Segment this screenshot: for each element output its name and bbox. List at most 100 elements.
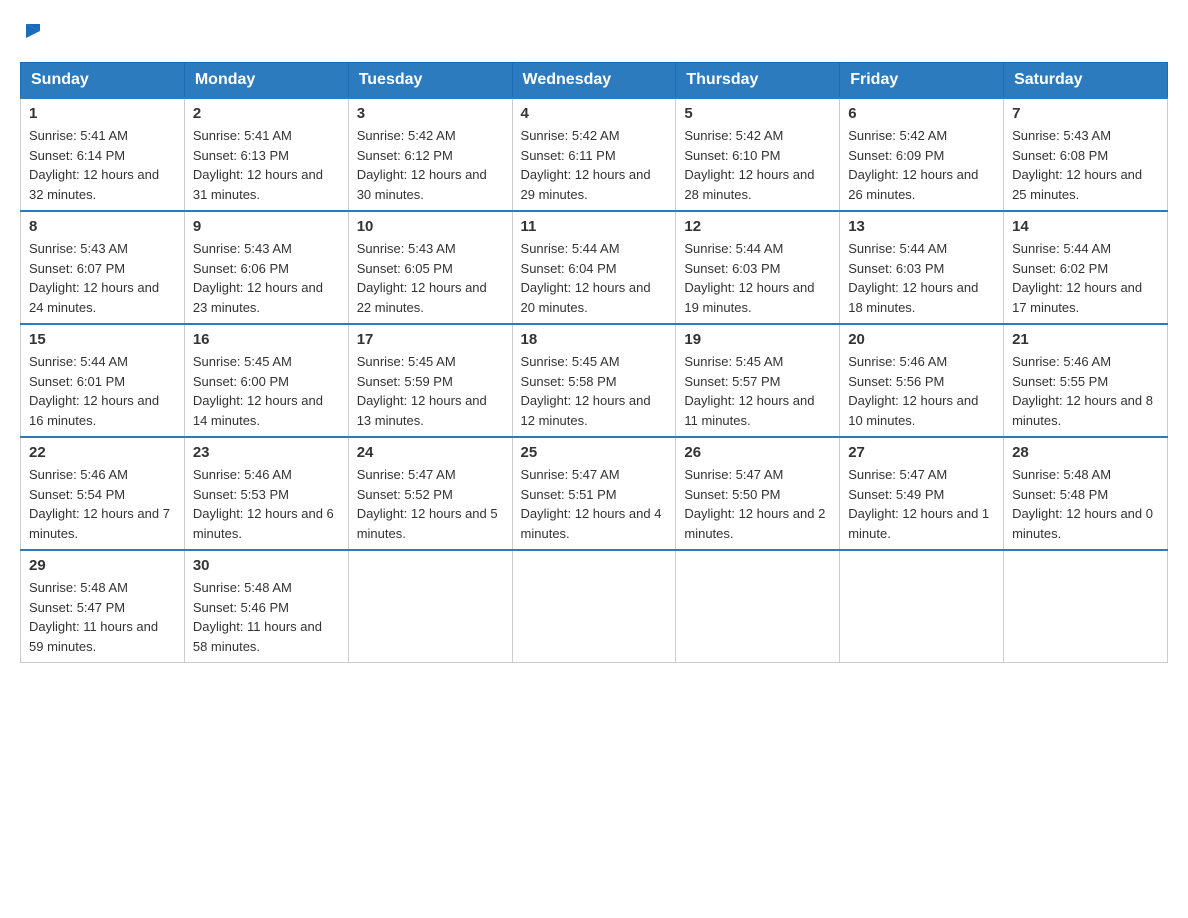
sunset-text: Sunset: 6:04 PM: [521, 259, 668, 279]
day-info: Sunrise: 5:47 AM Sunset: 5:52 PM Dayligh…: [357, 465, 504, 543]
sunrise-text: Sunrise: 5:46 AM: [848, 352, 995, 372]
daylight-text: Daylight: 12 hours and 30 minutes.: [357, 165, 504, 204]
sunset-text: Sunset: 6:06 PM: [193, 259, 340, 279]
daylight-text: Daylight: 12 hours and 16 minutes.: [29, 391, 176, 430]
daylight-text: Daylight: 12 hours and 17 minutes.: [1012, 278, 1159, 317]
day-number: 14: [1012, 218, 1159, 235]
calendar-table: SundayMondayTuesdayWednesdayThursdayFrid…: [20, 62, 1168, 663]
daylight-text: Daylight: 12 hours and 18 minutes.: [848, 278, 995, 317]
sunrise-text: Sunrise: 5:45 AM: [684, 352, 831, 372]
calendar-cell-6: 6 Sunrise: 5:42 AM Sunset: 6:09 PM Dayli…: [840, 98, 1004, 211]
sunrise-text: Sunrise: 5:46 AM: [1012, 352, 1159, 372]
sunrise-text: Sunrise: 5:44 AM: [848, 239, 995, 259]
day-number: 30: [193, 557, 340, 574]
day-info: Sunrise: 5:48 AM Sunset: 5:48 PM Dayligh…: [1012, 465, 1159, 543]
sunset-text: Sunset: 6:03 PM: [848, 259, 995, 279]
weekday-header-thursday: Thursday: [676, 63, 840, 99]
day-info: Sunrise: 5:47 AM Sunset: 5:51 PM Dayligh…: [521, 465, 668, 543]
day-number: 29: [29, 557, 176, 574]
day-number: 28: [1012, 444, 1159, 461]
calendar-cell-25: 25 Sunrise: 5:47 AM Sunset: 5:51 PM Dayl…: [512, 437, 676, 550]
sunrise-text: Sunrise: 5:47 AM: [684, 465, 831, 485]
day-info: Sunrise: 5:45 AM Sunset: 6:00 PM Dayligh…: [193, 352, 340, 430]
sunrise-text: Sunrise: 5:43 AM: [1012, 126, 1159, 146]
weekday-header-monday: Monday: [184, 63, 348, 99]
daylight-text: Daylight: 12 hours and 29 minutes.: [521, 165, 668, 204]
day-info: Sunrise: 5:43 AM Sunset: 6:06 PM Dayligh…: [193, 239, 340, 317]
calendar-cell-19: 19 Sunrise: 5:45 AM Sunset: 5:57 PM Dayl…: [676, 324, 840, 437]
weekday-header-friday: Friday: [840, 63, 1004, 99]
daylight-text: Daylight: 12 hours and 7 minutes.: [29, 504, 176, 543]
day-info: Sunrise: 5:43 AM Sunset: 6:08 PM Dayligh…: [1012, 126, 1159, 204]
day-number: 13: [848, 218, 995, 235]
sunset-text: Sunset: 6:01 PM: [29, 372, 176, 392]
sunrise-text: Sunrise: 5:43 AM: [29, 239, 176, 259]
day-number: 11: [521, 218, 668, 235]
day-info: Sunrise: 5:41 AM Sunset: 6:13 PM Dayligh…: [193, 126, 340, 204]
day-number: 10: [357, 218, 504, 235]
sunset-text: Sunset: 5:48 PM: [1012, 485, 1159, 505]
daylight-text: Daylight: 12 hours and 25 minutes.: [1012, 165, 1159, 204]
calendar-cell-8: 8 Sunrise: 5:43 AM Sunset: 6:07 PM Dayli…: [21, 211, 185, 324]
calendar-cell-7: 7 Sunrise: 5:43 AM Sunset: 6:08 PM Dayli…: [1004, 98, 1168, 211]
sunrise-text: Sunrise: 5:41 AM: [29, 126, 176, 146]
daylight-text: Daylight: 12 hours and 2 minutes.: [684, 504, 831, 543]
weekday-header-row: SundayMondayTuesdayWednesdayThursdayFrid…: [21, 63, 1168, 99]
daylight-text: Daylight: 12 hours and 28 minutes.: [684, 165, 831, 204]
calendar-cell-30: 30 Sunrise: 5:48 AM Sunset: 5:46 PM Dayl…: [184, 550, 348, 663]
sunrise-text: Sunrise: 5:43 AM: [357, 239, 504, 259]
day-info: Sunrise: 5:44 AM Sunset: 6:03 PM Dayligh…: [848, 239, 995, 317]
day-info: Sunrise: 5:45 AM Sunset: 5:58 PM Dayligh…: [521, 352, 668, 430]
day-info: Sunrise: 5:48 AM Sunset: 5:46 PM Dayligh…: [193, 578, 340, 656]
sunrise-text: Sunrise: 5:47 AM: [521, 465, 668, 485]
sunrise-text: Sunrise: 5:46 AM: [29, 465, 176, 485]
calendar-cell-13: 13 Sunrise: 5:44 AM Sunset: 6:03 PM Dayl…: [840, 211, 1004, 324]
sunrise-text: Sunrise: 5:44 AM: [29, 352, 176, 372]
daylight-text: Daylight: 12 hours and 26 minutes.: [848, 165, 995, 204]
sunrise-text: Sunrise: 5:48 AM: [1012, 465, 1159, 485]
sunrise-text: Sunrise: 5:45 AM: [193, 352, 340, 372]
sunset-text: Sunset: 5:51 PM: [521, 485, 668, 505]
calendar-cell-14: 14 Sunrise: 5:44 AM Sunset: 6:02 PM Dayl…: [1004, 211, 1168, 324]
sunset-text: Sunset: 6:05 PM: [357, 259, 504, 279]
weekday-header-saturday: Saturday: [1004, 63, 1168, 99]
day-number: 19: [684, 331, 831, 348]
sunrise-text: Sunrise: 5:43 AM: [193, 239, 340, 259]
calendar-cell-24: 24 Sunrise: 5:47 AM Sunset: 5:52 PM Dayl…: [348, 437, 512, 550]
day-number: 12: [684, 218, 831, 235]
sunset-text: Sunset: 5:47 PM: [29, 598, 176, 618]
daylight-text: Daylight: 12 hours and 0 minutes.: [1012, 504, 1159, 543]
weekday-header-sunday: Sunday: [21, 63, 185, 99]
sunset-text: Sunset: 6:08 PM: [1012, 146, 1159, 166]
day-number: 25: [521, 444, 668, 461]
day-info: Sunrise: 5:46 AM Sunset: 5:56 PM Dayligh…: [848, 352, 995, 430]
day-info: Sunrise: 5:46 AM Sunset: 5:55 PM Dayligh…: [1012, 352, 1159, 430]
calendar-cell-18: 18 Sunrise: 5:45 AM Sunset: 5:58 PM Dayl…: [512, 324, 676, 437]
day-info: Sunrise: 5:48 AM Sunset: 5:47 PM Dayligh…: [29, 578, 176, 656]
day-number: 15: [29, 331, 176, 348]
sunrise-text: Sunrise: 5:42 AM: [521, 126, 668, 146]
daylight-text: Daylight: 12 hours and 22 minutes.: [357, 278, 504, 317]
daylight-text: Daylight: 12 hours and 1 minute.: [848, 504, 995, 543]
calendar-week-2: 8 Sunrise: 5:43 AM Sunset: 6:07 PM Dayli…: [21, 211, 1168, 324]
daylight-text: Daylight: 12 hours and 6 minutes.: [193, 504, 340, 543]
calendar-cell-3: 3 Sunrise: 5:42 AM Sunset: 6:12 PM Dayli…: [348, 98, 512, 211]
day-info: Sunrise: 5:47 AM Sunset: 5:49 PM Dayligh…: [848, 465, 995, 543]
daylight-text: Daylight: 11 hours and 58 minutes.: [193, 617, 340, 656]
sunset-text: Sunset: 6:03 PM: [684, 259, 831, 279]
day-info: Sunrise: 5:45 AM Sunset: 5:57 PM Dayligh…: [684, 352, 831, 430]
page-header: [20, 20, 1168, 42]
sunrise-text: Sunrise: 5:44 AM: [684, 239, 831, 259]
sunset-text: Sunset: 5:53 PM: [193, 485, 340, 505]
day-info: Sunrise: 5:44 AM Sunset: 6:04 PM Dayligh…: [521, 239, 668, 317]
sunset-text: Sunset: 6:14 PM: [29, 146, 176, 166]
daylight-text: Daylight: 12 hours and 24 minutes.: [29, 278, 176, 317]
day-info: Sunrise: 5:46 AM Sunset: 5:53 PM Dayligh…: [193, 465, 340, 543]
day-number: 21: [1012, 331, 1159, 348]
sunrise-text: Sunrise: 5:45 AM: [521, 352, 668, 372]
daylight-text: Daylight: 12 hours and 19 minutes.: [684, 278, 831, 317]
sunrise-text: Sunrise: 5:44 AM: [521, 239, 668, 259]
calendar-cell-10: 10 Sunrise: 5:43 AM Sunset: 6:05 PM Dayl…: [348, 211, 512, 324]
calendar-cell-15: 15 Sunrise: 5:44 AM Sunset: 6:01 PM Dayl…: [21, 324, 185, 437]
calendar-cell-22: 22 Sunrise: 5:46 AM Sunset: 5:54 PM Dayl…: [21, 437, 185, 550]
